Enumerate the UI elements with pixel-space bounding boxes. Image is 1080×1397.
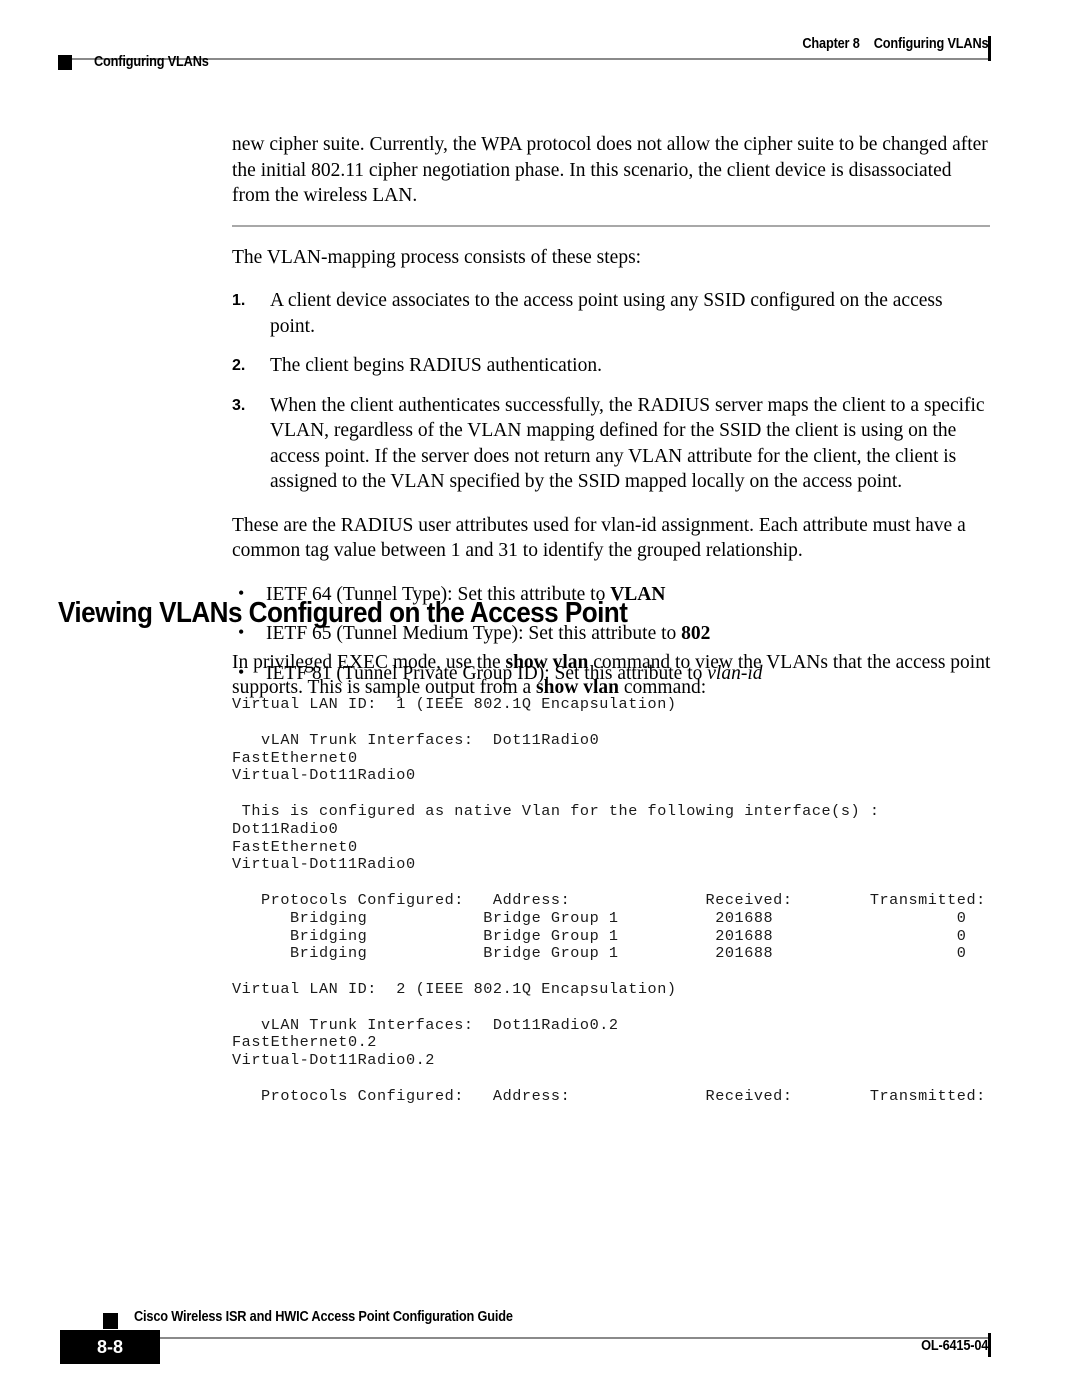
square-bullet-icon [103,1313,118,1329]
footer-divider-rule [90,1337,990,1339]
footer-guide-title: Cisco Wireless ISR and HWIC Access Point… [134,1309,513,1325]
footer-end-tick [988,1333,991,1357]
page-number-badge: 8-8 [60,1330,160,1364]
footer-document-id: OL-6415-04 [920,1338,988,1354]
document-page: Chapter 8 Configuring VLANs Configuring V… [0,0,1080,1397]
page-footer: 8-8 Cisco Wireless ISR and HWIC Access P… [0,0,1080,1397]
